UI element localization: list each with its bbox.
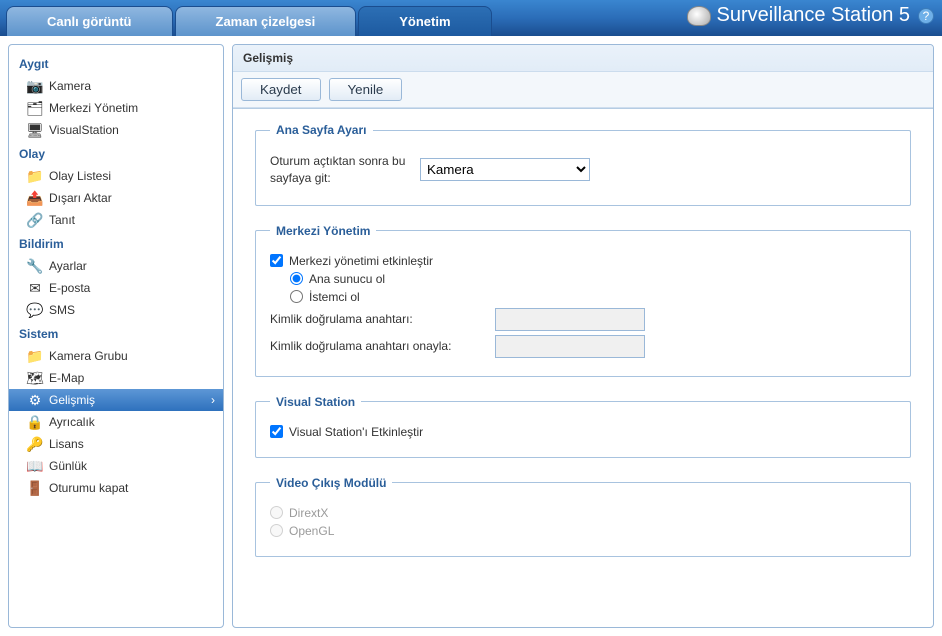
sidebar-group-title: Bildirim (9, 231, 223, 255)
sidebar-item-label: Olay Listesi (49, 169, 111, 183)
sidebar-item-label: Oturumu kapat (49, 481, 128, 495)
sidebar-item-e-map[interactable]: 🗺E-Map› (9, 367, 223, 389)
sidebar-item-olay-listesi[interactable]: 📁Olay Listesi› (9, 165, 223, 187)
sidebar-item-label: Merkezi Yönetim (49, 101, 138, 115)
sidebar-item-d-ar-aktar[interactable]: 📤Dışarı Aktar› (9, 187, 223, 209)
sidebar-item-label: SMS (49, 303, 75, 317)
sidebar-item-tan-t[interactable]: 🔗Tanıt› (9, 209, 223, 231)
content-panel: Gelişmiş Kaydet Yenile Ana Sayfa Ayarı O… (232, 44, 934, 628)
sidebar-item-label: VisualStation (49, 123, 119, 137)
sidebar-item-icon: 📁 (27, 348, 43, 364)
video-directx-label: DirextX (289, 506, 328, 520)
auth-key-label: Kimlik doğrulama anahtarı: (270, 312, 485, 326)
sidebar-item-icon: 🗂 (27, 100, 43, 116)
app-title: Surveillance Station 5 (717, 4, 910, 27)
visualstation-legend: Visual Station (270, 395, 361, 409)
sidebar-item-visualstation[interactable]: 🖥VisualStation› (9, 119, 223, 141)
sidebar-item-icon: 🔗 (27, 212, 43, 228)
cms-fieldset: Merkezi Yönetim Merkezi yönetimi etkinle… (255, 224, 911, 377)
sidebar-item-label: Günlük (49, 459, 87, 473)
refresh-button[interactable]: Yenile (329, 78, 403, 101)
sidebar-item-icon: 🖥 (27, 122, 43, 138)
sidebar-item-icon: 📁 (27, 168, 43, 184)
help-icon[interactable]: ? (918, 8, 934, 24)
sidebar-group-title: Aygıt (9, 51, 223, 75)
sidebar-item-label: Kamera Grubu (49, 349, 128, 363)
video-directx-radio (270, 506, 283, 519)
auth-key-input[interactable] (495, 308, 645, 331)
sidebar-item-kamera-grubu[interactable]: 📁Kamera Grubu› (9, 345, 223, 367)
video-opengl-label: OpenGL (289, 524, 334, 538)
sidebar-item-label: Ayarlar (49, 259, 87, 273)
sidebar-item-icon: 🔒 (27, 414, 43, 430)
auth-key-confirm-label: Kimlik doğrulama anahtarı onayla: (270, 339, 485, 353)
video-opengl-radio (270, 524, 283, 537)
sidebar-item-label: Kamera (49, 79, 91, 93)
sidebar-item-label: Ayrıcalık (49, 415, 95, 429)
cms-legend: Merkezi Yönetim (270, 224, 376, 238)
cms-client-label: İstemci ol (309, 290, 360, 304)
cms-host-label: Ana sunucu ol (309, 272, 385, 286)
homepage-legend: Ana Sayfa Ayarı (270, 123, 373, 137)
sidebar-item-icon: 🔑 (27, 436, 43, 452)
homepage-fieldset: Ana Sayfa Ayarı Oturum açtıktan sonra bu… (255, 123, 911, 206)
homepage-select[interactable]: Kamera (420, 158, 590, 181)
sidebar-item-geli-mi-[interactable]: ⚙ Gelişmiş › (9, 389, 223, 411)
sidebar-item-icon: 📖 (27, 458, 43, 474)
chevron-right-icon: › (211, 393, 215, 407)
sidebar-item-icon: ⚙ (27, 392, 43, 408)
sidebar-item-ayr-cal-k[interactable]: 🔒Ayrıcalık› (9, 411, 223, 433)
sidebar-item-icon: 🗺 (27, 370, 43, 386)
tab-management[interactable]: Yönetim (358, 6, 491, 36)
camera-logo-icon (687, 6, 711, 26)
sidebar-item-label: E-posta (49, 281, 90, 295)
sidebar-group-title: Sistem (9, 321, 223, 345)
video-output-legend: Video Çıkış Modülü (270, 476, 392, 490)
sidebar-item-oturumu-kapat[interactable]: 🚪Oturumu kapat› (9, 477, 223, 499)
auth-key-confirm-input[interactable] (495, 335, 645, 358)
sidebar-item-g-nl-k[interactable]: 📖Günlük› (9, 455, 223, 477)
tab-timeline[interactable]: Zaman çizelgesi (175, 6, 357, 36)
sidebar-item-icon: 🔧 (27, 258, 43, 274)
sidebar-item-icon: 💬 (27, 302, 43, 318)
tab-live-view[interactable]: Canlı görüntü (6, 6, 173, 36)
sidebar-item-icon: ✉ (27, 280, 43, 296)
video-output-fieldset: Video Çıkış Modülü DirextX OpenGL (255, 476, 911, 557)
sidebar-item-sms[interactable]: 💬SMS› (9, 299, 223, 321)
sidebar-item-icon: 📷 (27, 78, 43, 94)
sidebar-item-lisans[interactable]: 🔑Lisans› (9, 433, 223, 455)
content-title: Gelişmiş (233, 45, 933, 72)
visualstation-enable-checkbox[interactable] (270, 425, 283, 438)
sidebar-item-label: Lisans (49, 437, 84, 451)
save-button[interactable]: Kaydet (241, 78, 321, 101)
sidebar-item-icon: 📤 (27, 190, 43, 206)
cms-host-radio[interactable] (290, 272, 303, 285)
cms-client-radio[interactable] (290, 290, 303, 303)
visualstation-enable-label: Visual Station'ı Etkinleştir (289, 425, 423, 439)
app-brand: Surveillance Station 5 ? (687, 4, 934, 27)
sidebar-group-title: Olay (9, 141, 223, 165)
cms-enable-label: Merkezi yönetimi etkinleştir (289, 254, 433, 268)
sidebar-item-label: E-Map (49, 371, 84, 385)
sidebar-item-icon: 🚪 (27, 480, 43, 496)
sidebar-item-merkezi-y-netim[interactable]: 🗂Merkezi Yönetim› (9, 97, 223, 119)
sidebar-item-label: Gelişmiş (49, 393, 95, 407)
sidebar: Aygıt📷Kamera›🗂Merkezi Yönetim›🖥VisualSta… (8, 44, 224, 628)
sidebar-item-label: Dışarı Aktar (49, 191, 112, 205)
visualstation-fieldset: Visual Station Visual Station'ı Etkinleş… (255, 395, 911, 458)
homepage-label: Oturum açtıktan sonra bu sayfaya git: (270, 153, 420, 187)
sidebar-item-kamera[interactable]: 📷Kamera› (9, 75, 223, 97)
sidebar-item-e-posta[interactable]: ✉E-posta› (9, 277, 223, 299)
cms-enable-checkbox[interactable] (270, 254, 283, 267)
sidebar-item-ayarlar[interactable]: 🔧Ayarlar› (9, 255, 223, 277)
sidebar-item-label: Tanıt (49, 213, 75, 227)
